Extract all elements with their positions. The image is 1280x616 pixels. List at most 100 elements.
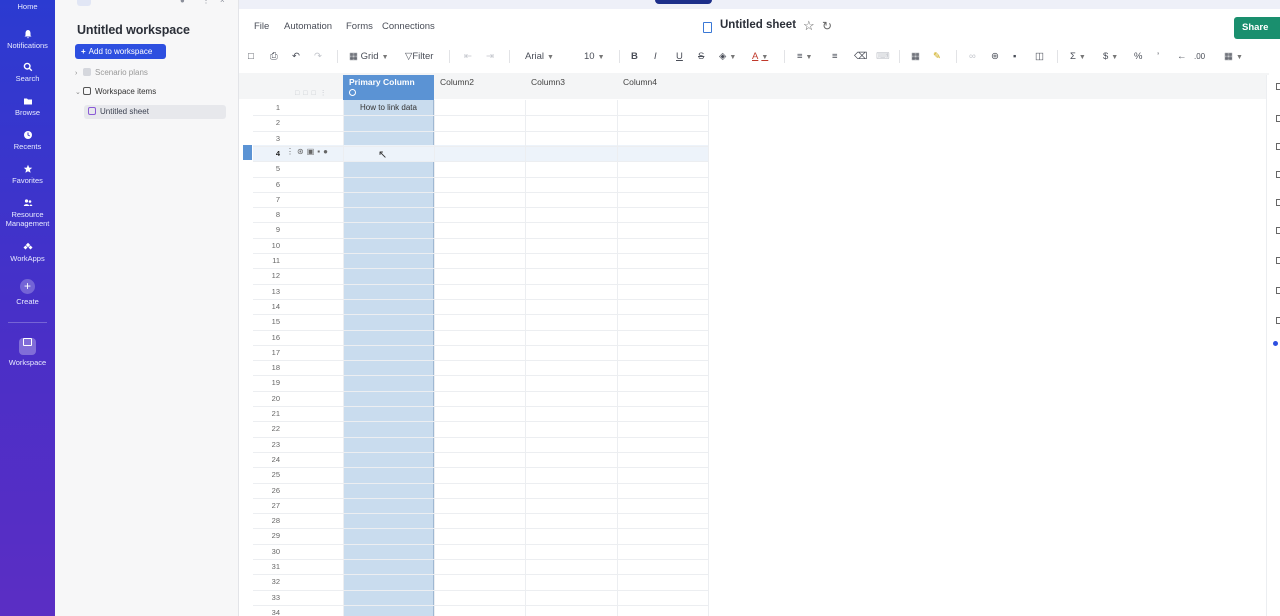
percent-button[interactable]: % [1134,50,1142,63]
menu-file[interactable]: File [254,21,269,32]
add-to-workspace-button[interactable]: + Add to workspace [75,44,166,59]
nav-create[interactable]: + Create [0,279,55,306]
sheet-title[interactable]: Untitled sheet [720,19,796,31]
more-tools-icon[interactable]: ▦ ▼ [1224,50,1243,63]
fill-color-icon[interactable]: ◈ ▼ [719,50,736,63]
thousands-separator-icon[interactable]: ’ [1157,50,1159,63]
row-number[interactable]: 4 [253,146,280,161]
view-dropdown[interactable]: ▦ Grid ▼ [349,50,389,63]
row-number[interactable]: 9 [253,222,280,237]
nav-workapps[interactable]: WorkApps [0,242,55,263]
row-number[interactable]: 11 [253,253,280,268]
row-number[interactable]: 23 [253,437,280,452]
row-number[interactable]: 22 [253,421,280,436]
currency-dropdown[interactable]: $ ▼ [1103,50,1118,63]
side-panel-icon[interactable] [1276,83,1280,90]
save-icon[interactable]: □ [248,50,254,63]
outdent-icon[interactable]: ⇤ [464,50,472,63]
more-icon[interactable]: ⋮ [202,0,210,5]
nav-notifications[interactable]: Notifications [0,29,55,50]
indent-icon[interactable]: ⇥ [486,50,494,63]
side-panel-icon[interactable] [1276,257,1280,264]
row-number[interactable]: 5 [253,161,280,176]
menu-connections[interactable]: Connections [382,21,435,32]
info-icon[interactable] [349,89,356,96]
row-number[interactable]: 29 [253,528,280,543]
top-pill[interactable] [655,0,712,4]
row-number[interactable]: 26 [253,483,280,498]
share-button[interactable]: Share [1234,17,1280,39]
row-action-icons[interactable]: ⋮⊛▣▪● [286,147,331,156]
filter-button[interactable]: ▽Filter [405,50,433,63]
conditional-format-icon[interactable]: ▦ [911,50,920,63]
row-number[interactable]: 6 [253,177,280,192]
row-number[interactable]: 8 [253,207,280,222]
decimal-button[interactable]: .00 [1194,50,1205,63]
cell-primary-row-1[interactable]: How to link data [343,101,434,115]
menu-automation[interactable]: Automation [284,21,332,32]
row-number[interactable]: 21 [253,406,280,421]
nav-resource-management[interactable]: Resource Management [0,198,55,228]
row-number[interactable]: 28 [253,513,280,528]
column-header-4[interactable]: Column4 [617,75,708,100]
format-painter-icon[interactable]: ⌨ [876,50,890,63]
italic-icon[interactable]: I [654,50,657,63]
row-number[interactable]: 33 [253,590,280,605]
selected-row-marker[interactable] [243,145,252,160]
side-panel-icon[interactable] [1276,287,1280,294]
font-dropdown[interactable]: Arial ▼ [525,50,554,63]
row-number[interactable]: 25 [253,467,280,482]
row-number[interactable]: 24 [253,452,280,467]
row-number[interactable]: 17 [253,345,280,360]
redo-icon[interactable]: ↷ [314,50,322,63]
nav-workspace[interactable]: Workspace [0,332,55,367]
menu-forms[interactable]: Forms [346,21,373,32]
pin-icon[interactable]: ● [180,0,185,5]
side-panel-icon[interactable] [1276,199,1280,206]
link-icon[interactable]: ∞ [969,50,976,63]
row-number[interactable]: 31 [253,559,280,574]
print-icon[interactable]: ⎙ [270,50,278,63]
wrap-text-icon[interactable]: ≡ [832,50,838,63]
text-color-icon[interactable]: A ▼ [752,50,768,63]
row-number[interactable]: 3 [253,131,280,146]
tree-item-scenario-plans[interactable]: › Scenario plans [75,66,148,80]
decrease-decimal-icon[interactable]: ← [1177,50,1187,63]
hierarchy-icon[interactable]: ◫ [1035,50,1044,63]
attachment-icon[interactable]: ⊛ [991,50,999,63]
lock-icon[interactable]: ▪ [1013,50,1016,63]
nav-browse[interactable]: Browse [0,96,55,117]
side-panel-icon[interactable] [1276,317,1280,324]
row-number[interactable]: 27 [253,498,280,513]
row-number[interactable]: 32 [253,574,280,589]
clear-format-icon[interactable]: ⌫ [854,50,867,63]
side-panel-icon[interactable] [1276,115,1280,122]
row-number[interactable]: 19 [253,375,280,390]
sum-icon[interactable]: Σ ▼ [1070,50,1086,63]
row-number[interactable]: 2 [253,115,280,130]
column-header-3[interactable]: Column3 [525,75,616,100]
row-number[interactable]: 16 [253,330,280,345]
refresh-icon[interactable]: ↻ [822,19,832,33]
font-size-dropdown[interactable]: 10 ▼ [584,50,605,63]
column-header-2[interactable]: Column2 [434,75,525,100]
side-panel-icon[interactable] [1276,227,1280,234]
row-number[interactable]: 12 [253,268,280,283]
collapse-icon[interactable]: × [220,0,225,5]
row-number[interactable]: 34 [253,605,280,616]
side-panel-icon[interactable] [1276,171,1280,178]
highlight-icon[interactable]: ✎ [933,50,941,63]
row-number[interactable]: 30 [253,544,280,559]
nav-favorites[interactable]: Favorites [0,164,55,185]
tree-item-untitled-sheet[interactable]: Untitled sheet [84,105,226,119]
undo-icon[interactable]: ↶ [292,50,300,63]
row-number[interactable]: 15 [253,314,280,329]
favorite-star-icon[interactable]: ☆ [803,18,815,34]
row-number[interactable]: 13 [253,284,280,299]
tree-item-workspace-items[interactable]: ⌄ Workspace items [75,85,156,99]
row-number[interactable]: 10 [253,238,280,253]
row-number[interactable]: 18 [253,360,280,375]
row-number[interactable]: 1 [253,100,280,115]
row-number[interactable]: 14 [253,299,280,314]
column-header-primary[interactable]: Primary Column [343,75,434,100]
